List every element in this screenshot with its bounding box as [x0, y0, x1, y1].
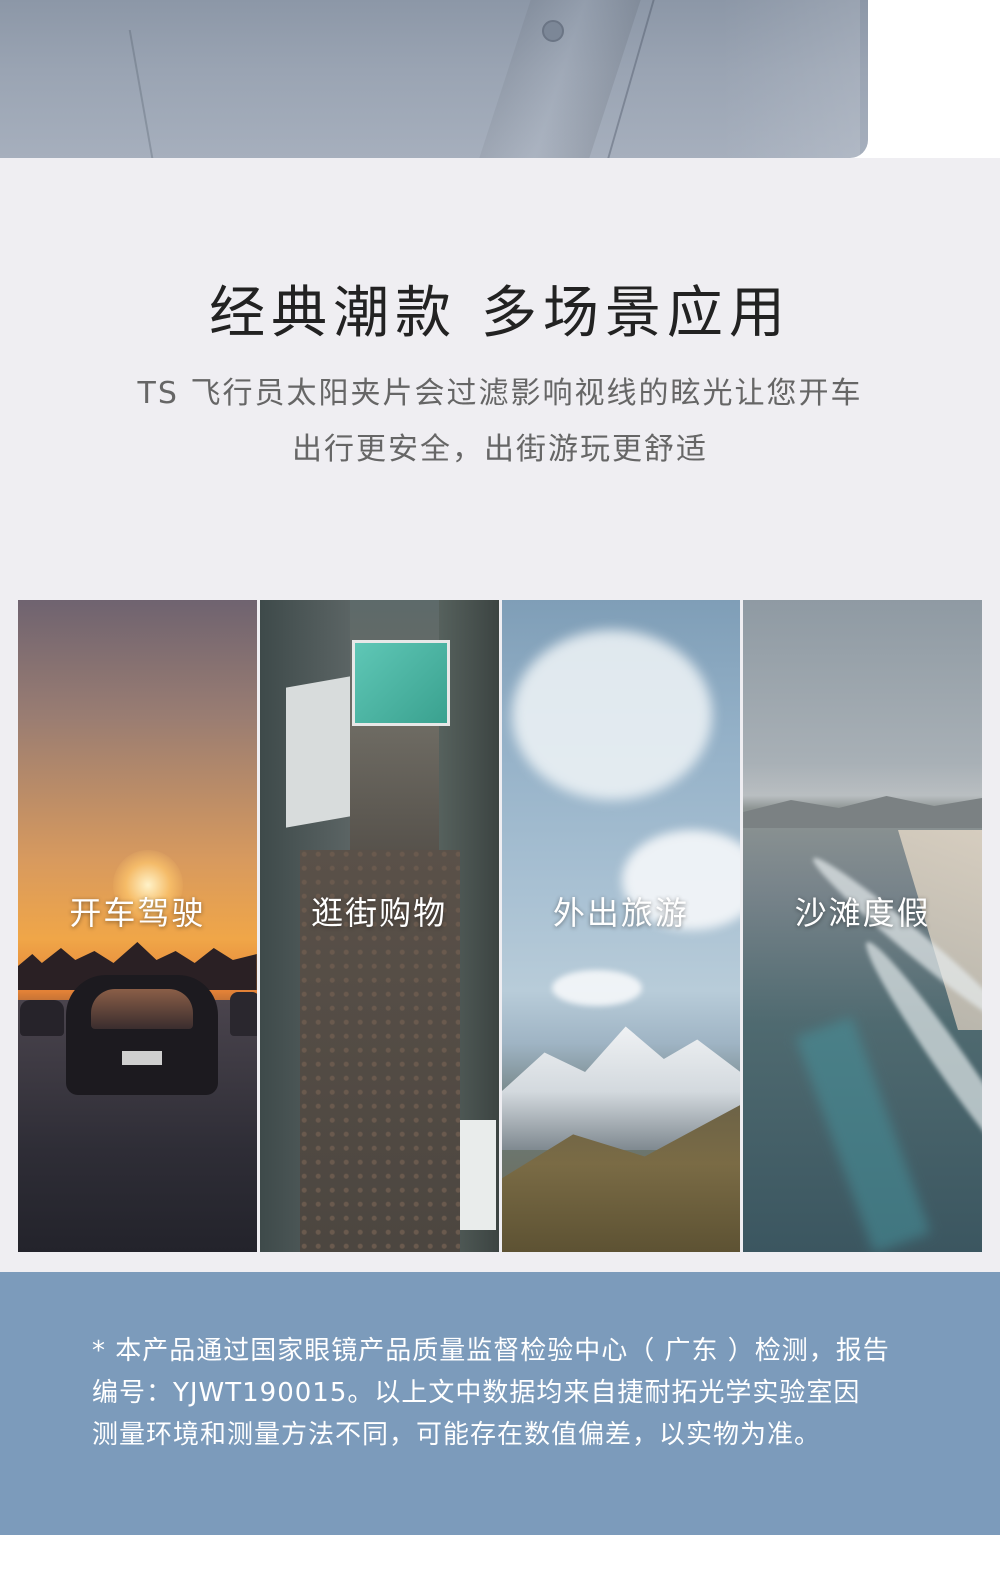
- car-right: [230, 992, 257, 1036]
- scene-panel-travel: 外出旅游: [501, 600, 741, 1252]
- scene-label-shopping: 逛街购物: [311, 894, 448, 932]
- shirt-image: [0, 0, 868, 158]
- notice-text: * 本产品通过国家眼镜产品质量监督检验中心（ 广东 ）检测，报告 编号：YJWT…: [92, 1330, 912, 1456]
- scene-panels: 开车驾驶 逛街购物 外出旅游 沙滩度假: [18, 600, 982, 1252]
- test-report-notice: * 本产品通过国家眼镜产品质量监督检验中心（ 广东 ）检测，报告 编号：YJWT…: [0, 1272, 1000, 1535]
- scenarios-section: 经典潮款 多场景应用 TS 飞行员太阳夹片会过滤影响视线的眩光让您开车 出行更安…: [0, 158, 1000, 1278]
- sea-water: [795, 1016, 931, 1252]
- scene-label-driving: 开车驾驶: [69, 894, 206, 932]
- car-main: [66, 975, 218, 1095]
- scene-label-travel: 外出旅游: [552, 894, 689, 932]
- store-sign: [459, 1120, 496, 1230]
- scene-panel-shopping: 逛街购物: [259, 600, 499, 1252]
- notice-line-1: * 本产品通过国家眼镜产品质量监督检验中心（ 广东 ）检测，报告: [92, 1336, 890, 1366]
- car-plate: [122, 1051, 162, 1065]
- shirt-fold: [720, 0, 860, 158]
- section-headline: 经典潮款 多场景应用: [209, 281, 791, 346]
- page-footer-space: [0, 1535, 1000, 1587]
- cloud: [511, 630, 712, 800]
- description-line-2: 出行更安全，出街游玩更舒适: [292, 432, 708, 467]
- distant-hills: [743, 796, 982, 828]
- notice-line-3: 测量环境和测量方法不同，可能存在数值偏差，以实物为准。: [92, 1420, 822, 1450]
- billboard: [351, 640, 450, 726]
- section-description: TS 飞行员太阳夹片会过滤影响视线的眩光让您开车 出行更安全，出街游玩更舒适: [60, 366, 940, 478]
- car-left: [20, 1000, 64, 1036]
- car-rear-window: [91, 989, 193, 1029]
- description-line-1: TS 飞行员太阳夹片会过滤影响视线的眩光让您开车: [137, 376, 863, 411]
- scene-panel-driving: 开车驾驶: [18, 600, 257, 1252]
- cloud: [551, 970, 642, 1006]
- shirt-button: [542, 20, 564, 42]
- shirt-seam-left: [128, 30, 154, 158]
- blank-screen: [285, 676, 350, 828]
- hero-shirt-photo: [0, 0, 1000, 158]
- notice-line-2: 编号：YJWT190015。以上文中数据均来自捷耐拓光学实验室因: [92, 1378, 861, 1408]
- scene-panel-beach: 沙滩度假: [743, 600, 982, 1252]
- scene-label-beach: 沙滩度假: [794, 894, 931, 932]
